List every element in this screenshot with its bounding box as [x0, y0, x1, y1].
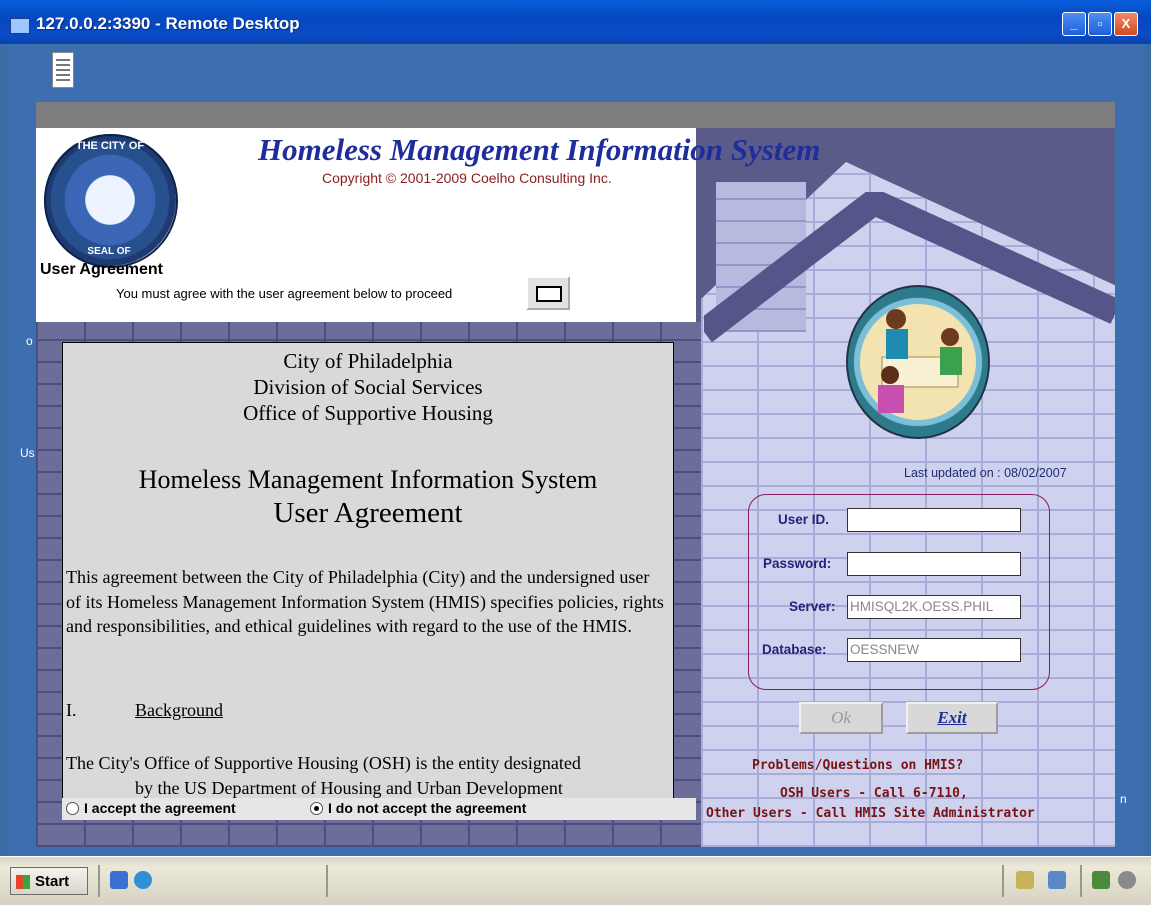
internet-explorer-icon[interactable]	[134, 871, 152, 889]
notepad-icon[interactable]	[52, 52, 74, 88]
start-button[interactable]: Start	[10, 867, 88, 895]
help-other-users: Other Users - Call HMIS Site Administrat…	[706, 806, 1035, 821]
title-bar: 127.0.0.2:3390 - Remote Desktop _ ▫ X	[0, 0, 1151, 44]
agreement-paragraph: This agreement between the City of Phila…	[66, 567, 664, 636]
password-label: Password:	[763, 556, 832, 571]
agreement-paragraph: by the US Department of Housing and Urba…	[135, 778, 563, 798]
agreement-text-panel[interactable]: City of Philadelphia Division of Social …	[62, 342, 674, 800]
user-agreement-heading: User Agreement	[40, 261, 164, 278]
maximize-button[interactable]: ▫	[1088, 12, 1112, 36]
header-panel: THE CITY OF SEAL OF Homeless Management …	[36, 128, 820, 322]
agreement-choice: I accept the agreement I do not accept t…	[62, 798, 696, 820]
tray-network-icon[interactable]	[1092, 871, 1110, 889]
agreement-paragraph: The City's Office of Supportive Housing …	[66, 753, 581, 773]
tray-volume-icon[interactable]	[1118, 871, 1136, 889]
server-input[interactable]: HMISQL2K.OESS.PHIL	[847, 595, 1021, 619]
taskbar-separator	[326, 865, 328, 897]
desktop-text-fragment: o	[26, 334, 33, 348]
app-title: Homeless Management Information System	[258, 132, 821, 167]
ok-button[interactable]: Ok	[799, 702, 883, 734]
server-label: Server:	[789, 599, 836, 614]
exit-button[interactable]: Exit	[906, 702, 998, 734]
help-osh-users: OSH Users - Call 6-7110,	[780, 786, 968, 801]
minimize-button[interactable]: _	[1062, 12, 1086, 36]
taskbar: Start	[0, 856, 1151, 905]
help-question: Problems/Questions on HMIS?	[752, 758, 964, 773]
accept-radio[interactable]	[66, 802, 79, 815]
user-id-label: User ID.	[778, 512, 830, 527]
decline-radio-label[interactable]: I do not accept the agreement	[328, 800, 526, 816]
seal-bottom-text: SEAL OF	[87, 246, 131, 257]
print-button[interactable]	[526, 276, 570, 310]
tray-window-icon[interactable]	[1048, 871, 1066, 889]
people-meeting-illustration	[846, 285, 990, 439]
taskbar-separator	[1080, 865, 1082, 897]
close-button[interactable]: X	[1114, 12, 1138, 36]
accept-radio-label[interactable]: I accept the agreement	[84, 800, 236, 816]
decline-radio[interactable]	[310, 802, 323, 815]
desktop-text-fragment: n	[1120, 792, 1127, 806]
database-label: Database:	[762, 642, 827, 657]
agreement-title: User Agreement	[273, 497, 463, 529]
agreement-system-title: Homeless Management Information System	[138, 465, 598, 494]
database-input[interactable]: OESSNEW	[847, 638, 1021, 662]
taskbar-separator	[98, 865, 100, 897]
seal-top-text: THE CITY OF	[75, 140, 145, 152]
tray-pen-icon[interactable]	[1016, 871, 1034, 889]
taskbar-separator	[1002, 865, 1004, 897]
city-seal-logo: THE CITY OF SEAL OF	[44, 134, 178, 268]
agreement-city: City of Philadelphia	[283, 349, 453, 373]
section-title: Background	[135, 700, 223, 720]
password-input[interactable]	[847, 552, 1021, 576]
agreement-office: Office of Supportive Housing	[243, 401, 493, 425]
agreement-instruction: You must agree with the user agreement b…	[116, 286, 453, 301]
app-top-bar	[36, 102, 1115, 128]
agreement-division: Division of Social Services	[253, 375, 483, 399]
user-id-input[interactable]	[847, 508, 1021, 532]
copyright-text: Copyright © 2001-2009 Coelho Consulting …	[322, 170, 612, 186]
section-number: I.	[66, 700, 77, 720]
desktop-text-fragment: Us	[20, 446, 35, 460]
hmis-window: THE CITY OF SEAL OF Homeless Management …	[36, 102, 1115, 847]
last-updated-text: Last updated on : 08/02/2007	[904, 466, 1067, 480]
remote-desktop-icon	[10, 18, 30, 34]
printer-icon	[536, 286, 562, 302]
window-title: 127.0.0.2:3390 - Remote Desktop	[36, 14, 300, 33]
show-desktop-icon[interactable]	[110, 871, 128, 889]
